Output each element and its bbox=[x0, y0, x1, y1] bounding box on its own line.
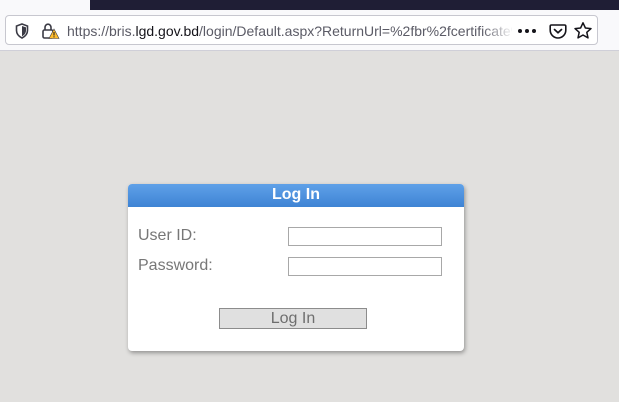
password-label: Password: bbox=[138, 257, 213, 274]
password-input[interactable] bbox=[288, 257, 442, 276]
url-text[interactable]: https://bris.lgd.gov.bd/login/Default.as… bbox=[67, 23, 512, 39]
login-button[interactable]: Log In bbox=[219, 308, 367, 329]
url-domain: lgd.gov.bd bbox=[135, 23, 200, 39]
url-path: /login/Default.aspx?ReturnUrl=%2fbr%2fce… bbox=[199, 23, 512, 39]
url-fade-overlay bbox=[482, 18, 514, 42]
url-prefix: https://bris. bbox=[67, 23, 136, 39]
tab-strip-dark-area bbox=[90, 0, 619, 10]
page-actions-more-icon[interactable] bbox=[517, 23, 537, 39]
browser-toolbar: https://bris.lgd.gov.bd/login/Default.as… bbox=[0, 10, 619, 51]
insecure-lock-warning-icon[interactable] bbox=[42, 23, 60, 40]
address-bar[interactable]: https://bris.lgd.gov.bd/login/Default.as… bbox=[5, 15, 598, 45]
user-id-label: User ID: bbox=[138, 227, 197, 244]
user-id-input[interactable] bbox=[288, 227, 442, 246]
login-panel: Log In User ID: Password: Log In bbox=[128, 184, 464, 351]
login-panel-title: Log In bbox=[128, 184, 464, 207]
tracking-protection-shield-icon[interactable] bbox=[15, 23, 29, 39]
browser-tab-strip bbox=[0, 0, 619, 10]
bookmark-star-icon[interactable] bbox=[573, 21, 593, 41]
pocket-icon[interactable] bbox=[549, 22, 567, 40]
